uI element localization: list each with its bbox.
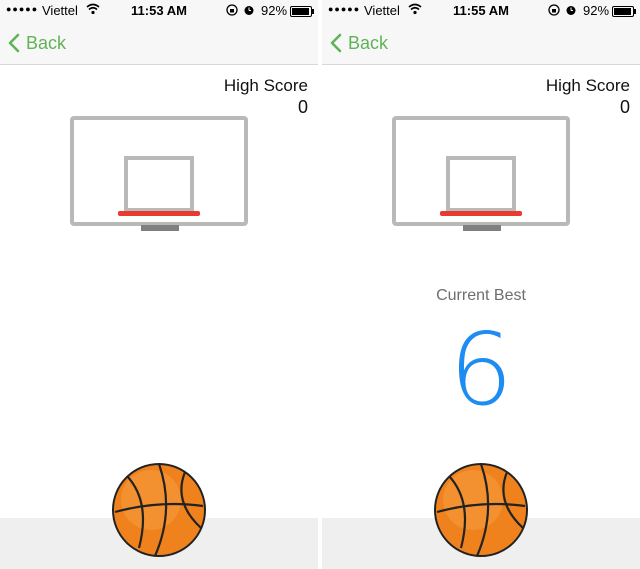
back-button[interactable]: Back — [330, 30, 388, 56]
navigation-bar: Back — [0, 22, 318, 65]
basketball-hoop — [392, 116, 570, 231]
back-label: Back — [26, 32, 67, 53]
battery-percentage: 92% — [261, 3, 288, 18]
high-score-value: 0 — [619, 97, 630, 117]
current-best-value: 6 — [449, 311, 513, 428]
alarm-icon — [566, 6, 576, 15]
game-screen-left: ●●●●● Viettel 11:53 AM 92% Back High Sco… — [0, 0, 318, 569]
basketball[interactable] — [111, 462, 207, 558]
back-chevron-icon — [330, 33, 342, 53]
rotation-lock-icon — [548, 4, 560, 16]
current-best-label: Current Best — [436, 287, 526, 304]
high-score-label: High Score — [223, 76, 308, 95]
status-bar: ●●●●● Viettel 11:53 AM 92% — [0, 0, 318, 22]
navigation-bar: Back — [322, 22, 640, 65]
high-score-value: 0 — [297, 97, 308, 117]
battery-icon — [290, 6, 314, 17]
status-bar: ●●●●● Viettel 11:55 AM 92% — [322, 0, 640, 22]
back-button[interactable]: Back — [8, 30, 66, 56]
battery-icon — [612, 6, 636, 17]
basketball[interactable] — [433, 462, 529, 558]
high-score-label: High Score — [545, 76, 630, 95]
battery-percentage: 92% — [583, 3, 610, 18]
alarm-icon — [244, 6, 254, 15]
back-label: Back — [348, 32, 389, 53]
rotation-lock-icon — [226, 4, 238, 16]
back-chevron-icon — [8, 33, 20, 53]
basketball-hoop — [70, 116, 248, 231]
game-screen-right: ●●●●● Viettel 11:55 AM 92% Back High Sco… — [322, 0, 640, 569]
